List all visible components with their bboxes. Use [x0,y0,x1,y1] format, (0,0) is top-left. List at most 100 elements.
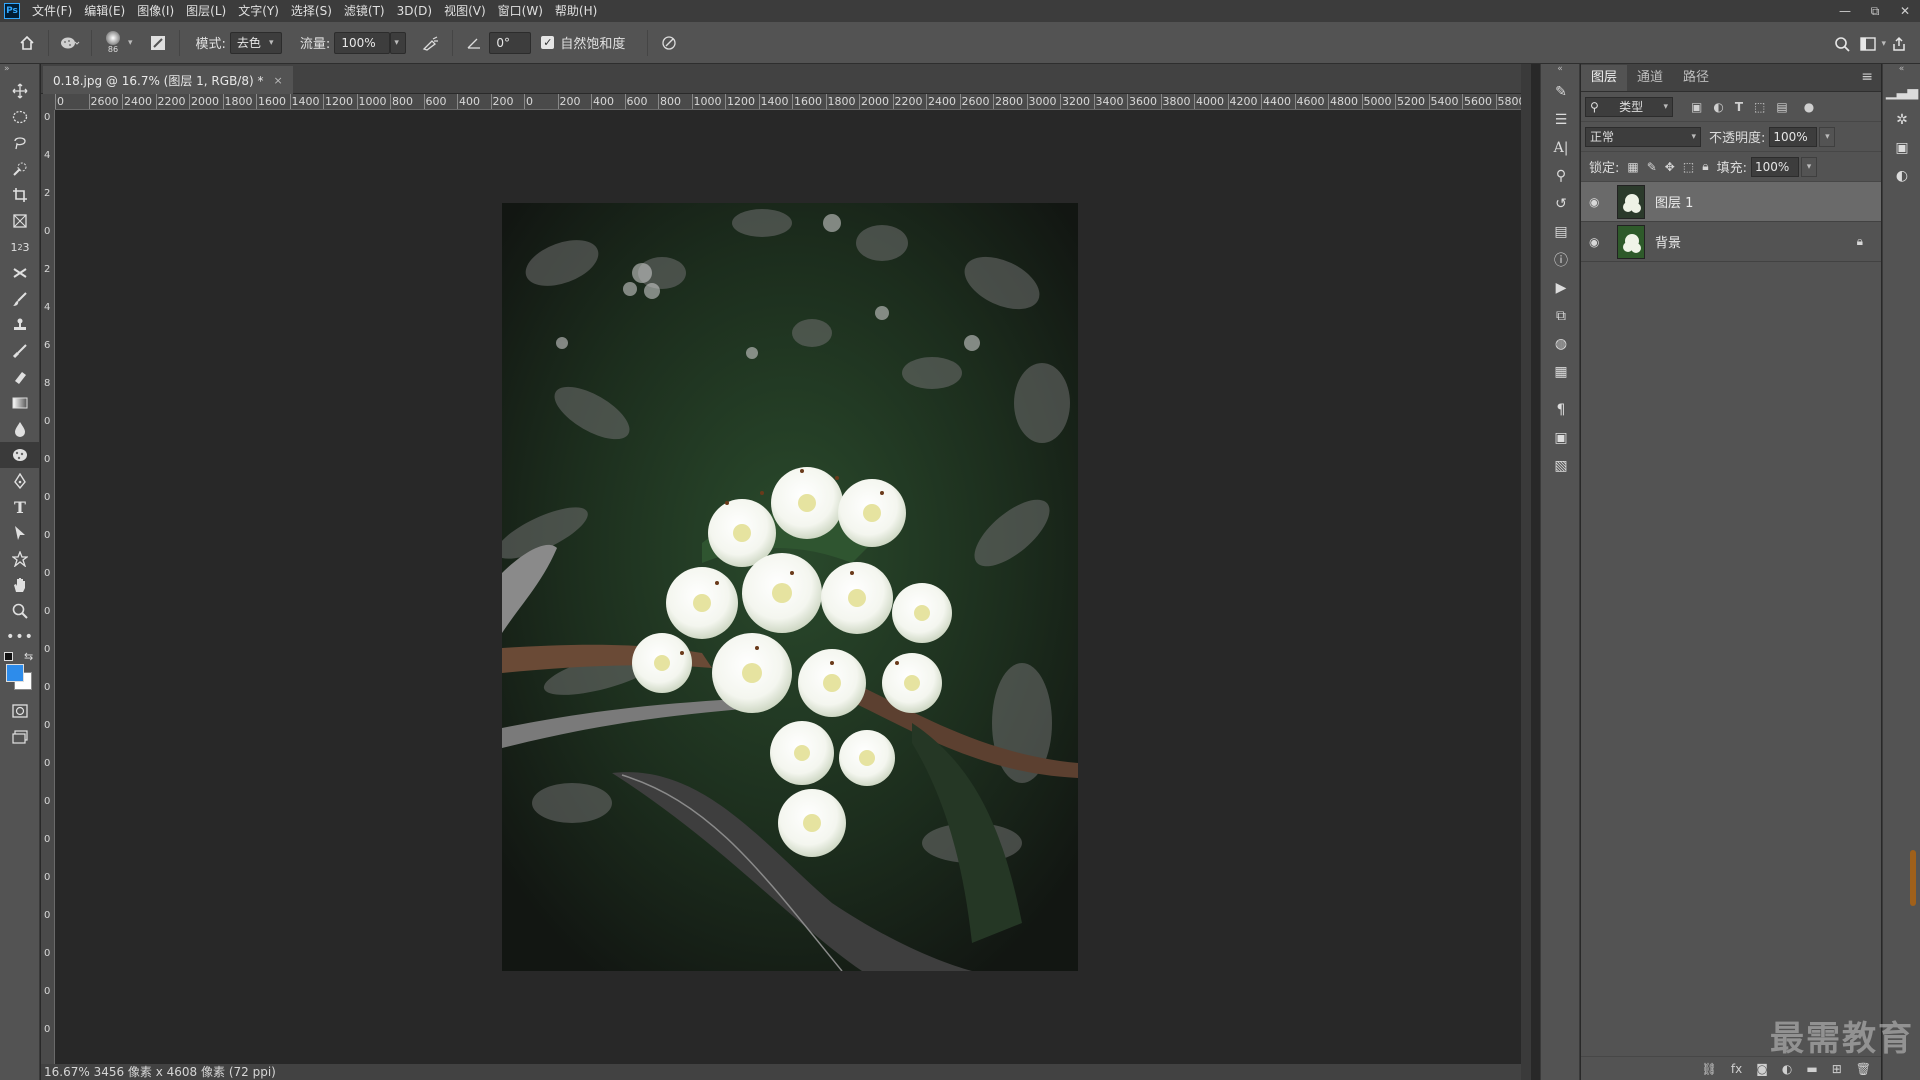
lock-artboard-icon[interactable]: ⬚ [1683,160,1694,174]
new-group-icon[interactable]: ▬ [1806,1062,1817,1076]
chevron-down-icon[interactable]: ▾ [128,38,133,48]
layer-row-layer-1[interactable]: ◉ 图层 1 [1581,182,1881,222]
share-icon[interactable] [1886,30,1912,58]
ruler-origin[interactable] [41,94,55,110]
layer-comps-icon[interactable]: ⧉ [1541,302,1581,330]
restore-button[interactable]: ⧉ [1860,0,1890,22]
flow-dropdown[interactable]: ▾ [390,31,407,54]
collapse-icon[interactable]: « [1883,64,1920,78]
menu-layer[interactable]: 图层(L) [180,0,232,22]
history-icon[interactable]: ↺ [1541,190,1581,218]
paragraph-icon[interactable]: ¶ [1541,396,1581,424]
pen-tool-icon[interactable] [0,468,40,494]
screen-mode-icon[interactable] [0,724,40,750]
foreground-color-swatch[interactable] [6,664,24,682]
tab-channels[interactable]: 通道 [1627,65,1673,91]
clone-source-icon[interactable]: ⚲ [1541,162,1581,190]
table-icon[interactable]: ▦ [1541,358,1581,386]
default-colors-icon[interactable] [4,652,13,661]
notes-icon[interactable]: ▧ [1541,452,1581,480]
menu-edit[interactable]: 编辑(E) [78,0,131,22]
clone-stamp-tool-icon[interactable] [0,312,40,338]
horizontal-ruler[interactable]: 0 2600 2400 2200 2000 1800 1600 1400 1200 1000 800… [55,94,1521,110]
move-tool-icon[interactable] [0,78,40,104]
more-tools-icon[interactable]: ••• [0,624,40,650]
menu-image[interactable]: 图像(I) [131,0,180,22]
adjustment-layer-icon[interactable]: ◐ [1782,1062,1792,1076]
lock-transparent-icon[interactable]: ▦ [1627,160,1638,174]
fill-dropdown[interactable]: ▾ [1800,156,1817,177]
document-image[interactable] [502,203,1078,971]
scrollbar-thumb[interactable] [1910,850,1916,906]
navigator-icon[interactable]: ✲ [1883,106,1920,134]
lasso-tool-icon[interactable] [0,130,40,156]
menu-filter[interactable]: 滤镜(T) [338,0,391,22]
filter-type-icon[interactable]: T [1735,100,1743,114]
eye-icon[interactable]: ◉ [1589,235,1609,249]
marquee-tool-icon[interactable] [0,104,40,130]
pressure-size-icon[interactable] [656,29,682,57]
info-icon[interactable]: ⓘ [1541,246,1581,274]
3d-icon[interactable]: ◍ [1541,330,1581,358]
eraser-tool-icon[interactable] [0,364,40,390]
lock-all-icon[interactable]: 🔒︎ [1702,159,1708,174]
paragraph-styles-icon[interactable]: ▣ [1541,424,1581,452]
layer-mask-icon[interactable]: ◙ [1756,1062,1768,1076]
blur-tool-icon[interactable] [0,416,40,442]
filter-adjustment-icon[interactable]: ◐ [1713,100,1723,114]
brush-preset-picker[interactable]: 86 [100,26,126,60]
opacity-input[interactable]: 100% [1769,126,1818,147]
fill-input[interactable]: 100% [1750,156,1799,177]
quick-mask-icon[interactable] [0,698,40,724]
history-brush-tool-icon[interactable] [0,338,40,364]
crop-tool-icon[interactable] [0,182,40,208]
shape-tool-icon[interactable] [0,546,40,572]
flow-input[interactable]: 100% [334,31,391,54]
vibrance-checkbox[interactable]: ✓ [541,36,555,49]
libraries-icon[interactable]: ▣ [1883,134,1920,162]
layer-name[interactable]: 图层 1 [1655,192,1693,211]
collapse-icon[interactable]: « [1541,64,1579,78]
filter-pixel-icon[interactable]: ▣ [1691,100,1702,114]
menu-3d[interactable]: 3D(D) [391,0,438,22]
menu-view[interactable]: 视图(V) [438,0,492,22]
home-icon[interactable] [14,29,40,57]
close-tab-icon[interactable]: × [273,74,282,87]
menu-window[interactable]: 窗口(W) [492,0,549,22]
lock-position-icon[interactable]: ✥ [1665,160,1675,174]
new-layer-icon[interactable]: ⊞ [1832,1062,1842,1076]
menu-type[interactable]: 文字(Y) [232,0,285,22]
collapse-icon[interactable]: » [0,64,39,78]
panel-divider[interactable] [1521,64,1531,1080]
lock-pixels-icon[interactable]: ✎ [1647,160,1657,174]
path-selection-tool-icon[interactable] [0,520,40,546]
mode-select[interactable]: 去色 ▾ [229,31,282,54]
swap-colors-icon[interactable]: ⇆ [24,650,33,663]
vertical-ruler[interactable]: 0 4 2 0 2 4 6 8 0 0 0 0 0 0 0 0 0 0 0 0 0 0 0 0 0 [41,94,55,1064]
document-tab[interactable]: 0.18.jpg @ 16.7% (图层 1, RGB/8) * × [43,66,293,94]
tab-paths[interactable]: 路径 [1673,65,1719,91]
spot-healing-tool-icon[interactable] [0,260,40,286]
type-tool-icon[interactable]: T [0,494,40,520]
layer-name[interactable]: 背景 [1655,232,1681,251]
properties-icon[interactable]: ▤ [1541,218,1581,246]
close-window-button[interactable]: ✕ [1890,0,1920,22]
hand-tool-icon[interactable] [0,572,40,598]
menu-select[interactable]: 选择(S) [285,0,338,22]
adjustments-icon[interactable]: ☰ [1541,106,1581,134]
actions-icon[interactable]: ▶ [1541,274,1581,302]
brush-tool-icon[interactable] [0,286,40,312]
filter-toggle-icon[interactable]: ● [1804,100,1814,114]
brush-settings-icon[interactable]: ✎ [1541,78,1581,106]
delete-layer-icon[interactable]: 🗑︎ [1856,1062,1871,1076]
brush-settings-panel-icon[interactable] [145,29,171,57]
layer-style-icon[interactable]: fx [1731,1062,1742,1076]
minimize-button[interactable]: — [1830,0,1860,22]
frame-tool-icon[interactable] [0,208,40,234]
layer-row-background[interactable]: ◉ 背景 🔒︎ [1581,222,1881,262]
sponge-tool-preset-icon[interactable] [57,29,83,57]
sponge-tool-icon[interactable] [0,442,40,468]
quick-selection-tool-icon[interactable] [0,156,40,182]
search-icon[interactable] [1829,30,1855,58]
zoom-tool-icon[interactable] [0,598,40,624]
